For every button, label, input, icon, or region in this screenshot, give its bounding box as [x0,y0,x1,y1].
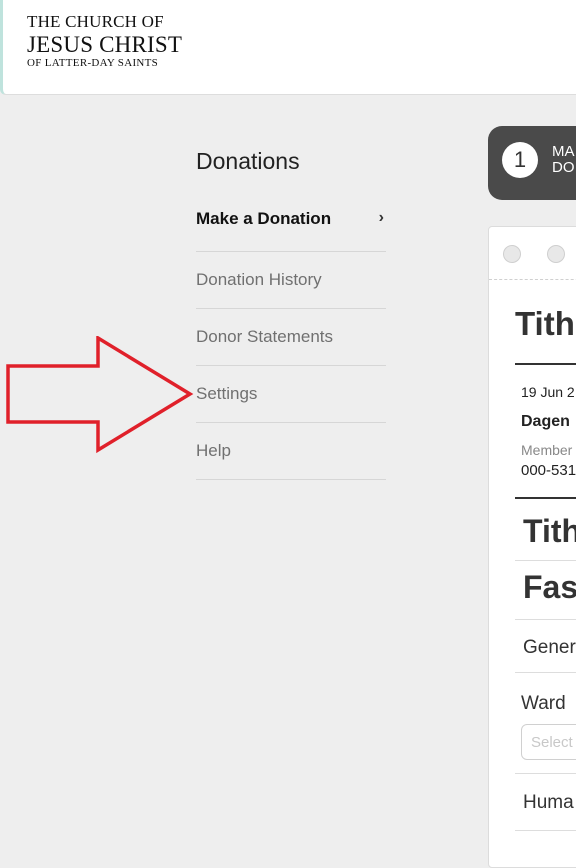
sidebar-item-label: Settings [196,384,258,403]
member-number: 000-531 [521,462,576,479]
donation-row-label: Ward [521,693,566,714]
donation-row-label: Fas [523,569,576,605]
form-title: Tith [515,305,575,342]
donation-row-label: Huma [523,792,574,813]
step-number: 1 [502,142,538,178]
sidebar-item-label: Donation History [196,270,322,289]
member-number-label: Member [521,442,573,458]
donation-form-card: Tith 19 Jun 2 Dagen Member 000-531 Tith … [488,226,576,868]
step-label: MA DO [552,144,575,176]
donations-sidebar: Donations Make a Donation › Donation His… [196,148,386,480]
sidebar-item-donation-history[interactable]: Donation History [196,252,386,309]
donation-row-fast-offering: Fas [515,561,576,620]
logo-line-1: THE CHURCH OF [27,12,164,31]
church-logo[interactable]: THE CHURCH OF JESUS CHRIST OF LATTER-DAY… [27,13,182,69]
step-label-line-1: MA [552,143,575,160]
donation-row-tithing: Tith [515,499,576,561]
window-dot-icon [547,245,565,263]
donation-row-label: Tith [523,513,576,549]
sidebar-item-donor-statements[interactable]: Donor Statements [196,309,386,366]
sidebar-title: Donations [196,148,300,174]
sidebar-item-settings[interactable]: Settings [196,366,386,423]
sidebar-item-label: Make a Donation [196,209,332,228]
chevron-right-icon: › [378,209,384,226]
donation-row-label: Gener [523,637,576,658]
step-label-line-2: DO [552,159,575,176]
step-indicator: 1 MA DO [488,126,576,200]
logo-line-2: JESUS CHRIST [27,32,183,57]
sidebar-item-label: Help [196,441,231,460]
red-arrow-annotation-icon [6,336,194,454]
logo-line-3: OF LATTER-DAY SAINTS [27,57,159,69]
ward-select[interactable]: Select [521,724,576,760]
site-header: THE CHURCH OF JESUS CHRIST OF LATTER-DAY… [0,0,576,95]
donation-row-general: Gener [515,620,576,673]
donation-date: 19 Jun 2 [521,384,575,400]
sidebar-item-help[interactable]: Help [196,423,386,480]
divider [515,363,576,365]
card-top-bar [489,227,576,280]
sidebar-item-make-donation[interactable]: Make a Donation › [196,209,386,252]
donor-name: Dagen [521,413,570,430]
donation-row-humanitarian: Huma [515,774,576,831]
window-dot-icon [503,245,521,263]
sidebar-item-label: Donor Statements [196,327,334,346]
